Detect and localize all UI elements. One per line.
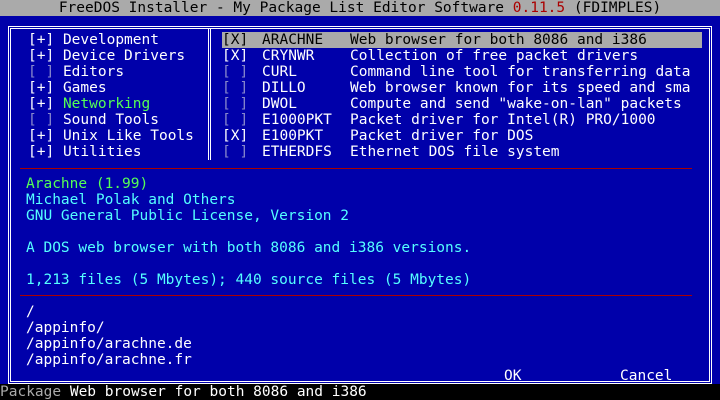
category-item[interactable]: [ ] Editors <box>28 64 124 80</box>
pane-divider <box>208 29 211 160</box>
category-label: Development <box>62 32 159 48</box>
package-checkbox[interactable]: [X] <box>222 48 262 64</box>
package-title: Arachne (1.99) <box>26 176 149 192</box>
title-prefix: FreeDOS Installer - My Package List Edit… <box>58 0 513 16</box>
category-checkbox[interactable]: [+] <box>28 48 54 64</box>
category-checkbox[interactable]: [ ] <box>28 112 54 128</box>
category-item[interactable]: [+] Networking <box>28 96 150 112</box>
package-checkbox[interactable]: [ ] <box>222 112 262 128</box>
package-row[interactable]: [ ] E1000PKT Packet driver for Intel(R) PR… <box>222 112 702 128</box>
file-entry: /appinfo/ <box>26 320 105 336</box>
category-item[interactable]: [+] Development <box>28 32 159 48</box>
version-number: 0.11.5 <box>512 0 566 16</box>
package-checkbox[interactable]: [ ] <box>222 64 262 80</box>
category-item[interactable]: [+] Unix Like Tools <box>28 128 194 144</box>
package-summary: Web browser known for its speed and sma <box>350 80 691 96</box>
package-license: GNU General Public License, Version 2 <box>26 208 350 224</box>
package-name: CRYNWR <box>262 48 315 64</box>
ok-button[interactable]: OK <box>504 368 521 384</box>
category-checkbox[interactable]: [+] <box>28 80 54 96</box>
package-summary: Packet driver for DOS <box>350 128 534 144</box>
package-row[interactable]: [ ] ETHERDFS Ethernet DOS file system <box>222 144 702 160</box>
category-label: Sound Tools <box>62 112 159 128</box>
package-row[interactable]: [ ] DWOL Compute and send "wake-on-lan" pa… <box>222 96 702 112</box>
package-name: E100PKT <box>262 128 324 144</box>
category-checkbox[interactable]: [ ] <box>28 64 54 80</box>
package-checkbox[interactable]: [ ] <box>222 144 262 160</box>
title-bar: FreeDOS Installer - My Package List Edit… <box>0 0 720 16</box>
package-name: DWOL <box>262 96 297 112</box>
status-bar: Package Web browser for both 8086 and i3… <box>0 384 720 400</box>
category-label: Editors <box>62 64 125 80</box>
package-row[interactable]: [ ] DILLO Web browser known for its speed … <box>222 80 702 96</box>
package-checkbox[interactable]: [X] <box>222 32 262 48</box>
category-item[interactable]: [+] Games <box>28 80 107 96</box>
file-entry: /appinfo/arachne.de <box>26 336 192 352</box>
package-name: ARACHNE <box>262 32 324 48</box>
package-summary: Command line tool for transferring data <box>350 64 691 80</box>
cancel-button[interactable]: Cancel <box>620 368 672 384</box>
list-separator <box>20 168 692 169</box>
category-checkbox[interactable]: [+] <box>28 144 54 160</box>
info-separator <box>20 295 692 296</box>
package-name: CURL <box>262 64 297 80</box>
package-row[interactable]: [X] ARACHNE Web browser for both 8086 and … <box>222 32 702 48</box>
package-author: Michael Polak and Others <box>26 192 236 208</box>
status-label: Package <box>0 384 62 400</box>
window-title: FreeDOS Installer - My Package List Edit… <box>0 0 720 16</box>
package-checkbox[interactable]: [X] <box>222 128 262 144</box>
category-checkbox[interactable]: [+] <box>28 128 54 144</box>
category-label: Unix Like Tools <box>62 128 194 144</box>
package-name: E1000PKT <box>262 112 332 128</box>
package-summary: Packet driver for Intel(R) PRO/1000 <box>350 112 656 128</box>
file-entry: /appinfo/arachne.fr <box>26 352 192 368</box>
category-checkbox[interactable]: [+] <box>28 96 54 112</box>
category-label: Games <box>62 80 107 96</box>
package-summary: Collection of free packet drivers <box>350 48 639 64</box>
category-item[interactable]: [+] Device Drivers <box>28 48 185 64</box>
category-label: Utilities <box>62 144 142 160</box>
package-checkbox[interactable]: [ ] <box>222 96 262 112</box>
status-value: Web browser for both 8086 and i386 <box>69 384 367 400</box>
category-label: Device Drivers <box>62 48 186 64</box>
package-summary: Ethernet DOS file system <box>350 144 560 160</box>
package-summary: Compute and send "wake-on-lan" packets <box>350 96 682 112</box>
category-item[interactable]: [+] Utilities <box>28 144 142 160</box>
package-row[interactable]: [X] E100PKT Packet driver for DOS <box>222 128 702 144</box>
package-name: DILLO <box>262 80 306 96</box>
title-suffix: (FDIMPLES) <box>565 0 662 16</box>
package-description: A DOS web browser with both 8086 and i38… <box>26 240 472 256</box>
category-label: Networking <box>62 96 151 112</box>
file-entry: / <box>26 304 35 320</box>
package-summary: Web browser for both 8086 and i386 <box>350 32 647 48</box>
category-item[interactable]: [ ] Sound Tools <box>28 112 159 128</box>
package-file-count: 1,213 files (5 Mbytes); 440 source files… <box>26 272 472 288</box>
package-row[interactable]: [X] CRYNWR Collection of free packet drive… <box>222 48 702 64</box>
package-name: ETHERDFS <box>262 144 332 160</box>
category-checkbox[interactable]: [+] <box>28 32 54 48</box>
package-row[interactable]: [ ] CURL Command line tool for transferrin… <box>222 64 702 80</box>
package-checkbox[interactable]: [ ] <box>222 80 262 96</box>
